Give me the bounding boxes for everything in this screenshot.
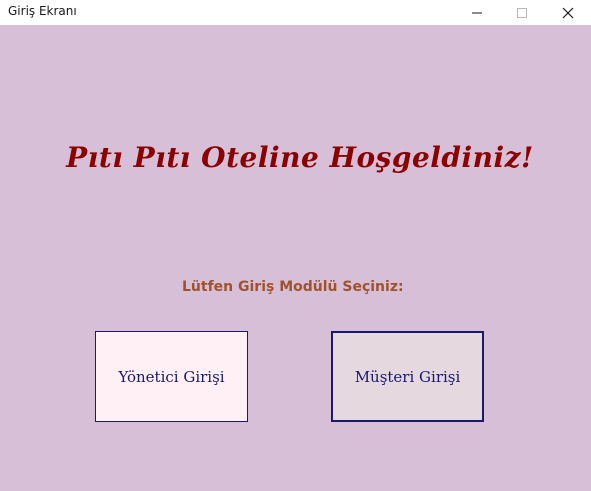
form-body: Pıtı Pıtı Oteline Hoşgeldiniz! Lütfen Gi… [0, 25, 591, 491]
close-button[interactable] [545, 0, 591, 25]
admin-login-button[interactable]: Yönetici Girişi [95, 331, 248, 422]
minimize-button[interactable] [454, 0, 500, 25]
window-title: Giriş Ekranı [8, 4, 77, 18]
title-bar: Giriş Ekranı [0, 0, 591, 25]
module-select-prompt: Lütfen Giriş Modülü Seçiniz: [182, 279, 404, 295]
minimize-icon [472, 12, 482, 13]
admin-login-label: Yönetici Girişi [118, 367, 225, 386]
close-icon [562, 7, 574, 18]
welcome-heading: Pıtı Pıtı Oteline Hoşgeldiniz! [66, 141, 534, 174]
login-window: Giriş Ekranı Pıtı Pıtı Oteline Hoşgeldin… [0, 0, 591, 491]
maximize-button[interactable] [499, 0, 545, 25]
maximize-icon [517, 7, 527, 18]
customer-login-button[interactable]: Müşteri Girişi [331, 331, 484, 422]
customer-login-label: Müşteri Girişi [354, 367, 461, 386]
